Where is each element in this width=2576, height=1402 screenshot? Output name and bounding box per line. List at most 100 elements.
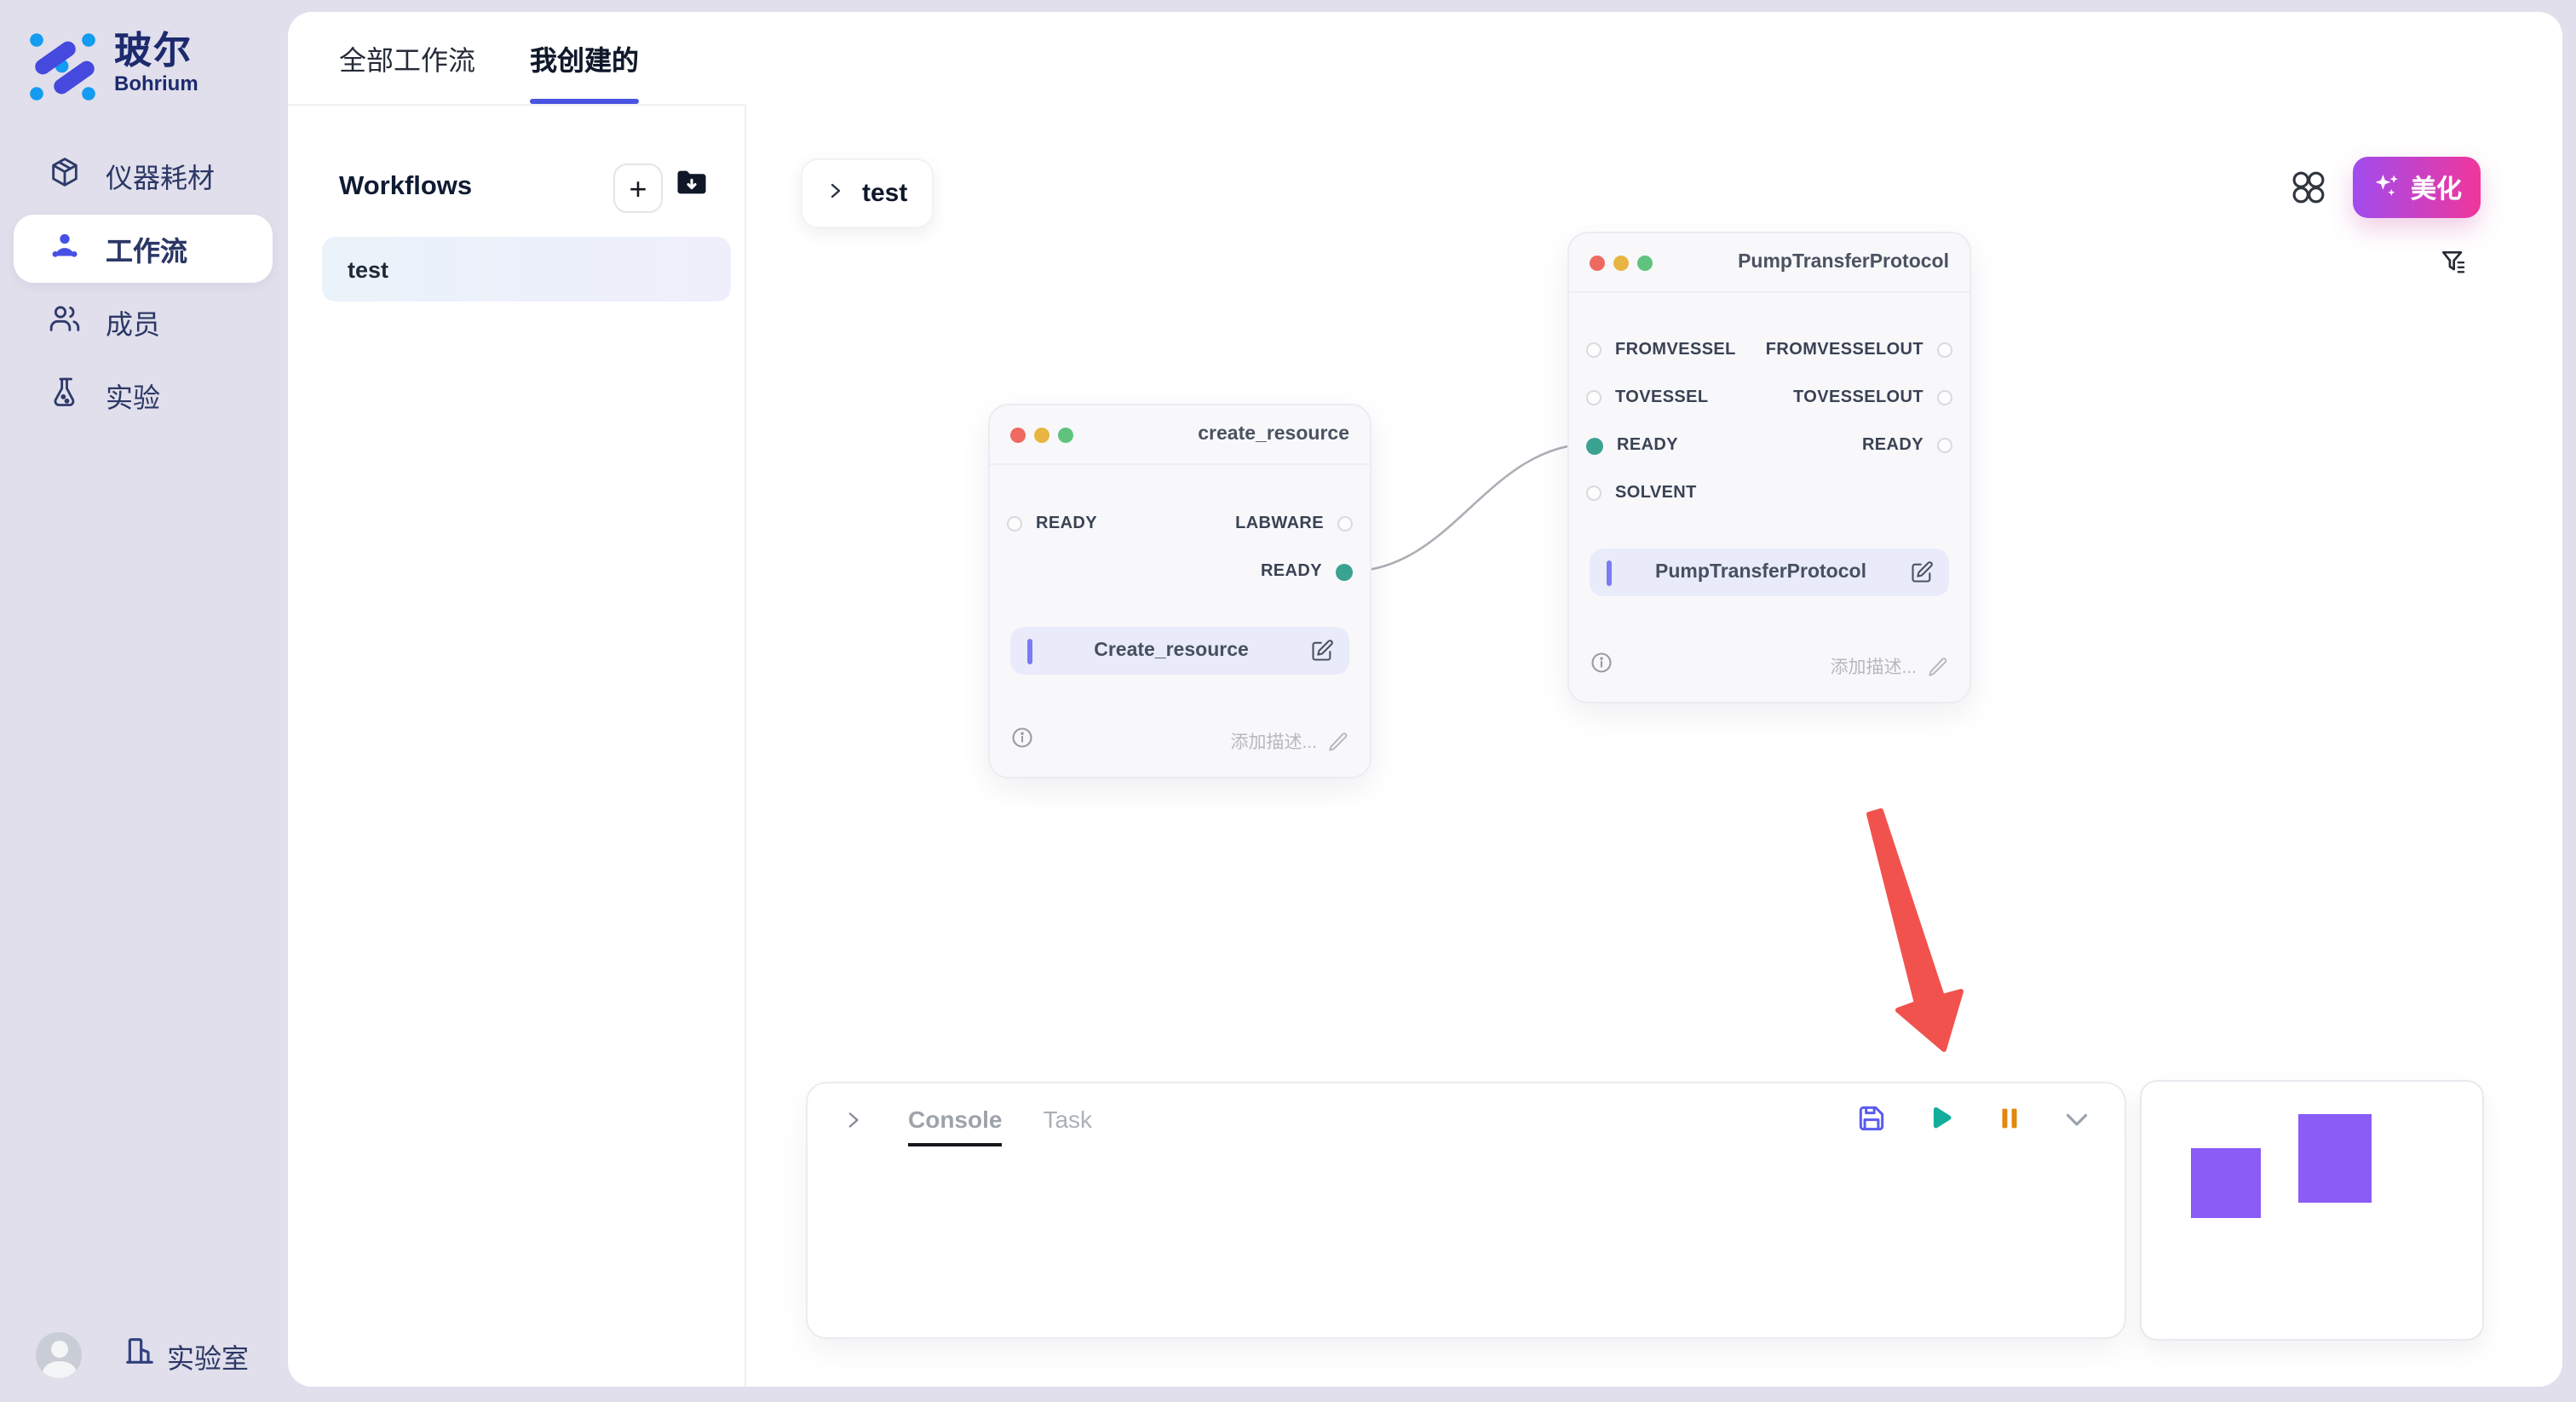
traffic-light-1 bbox=[1613, 255, 1629, 270]
port-label: FROMVESSELOUT bbox=[1766, 341, 1923, 359]
node-header: create_resource bbox=[990, 405, 1370, 465]
flow-node-create_resource[interactable]: create_resourceREADYLABWAREREADYCreate_r… bbox=[988, 404, 1371, 779]
node-header: PumpTransferProtocol bbox=[1569, 233, 1969, 293]
info-icon[interactable] bbox=[1010, 726, 1034, 758]
port-row: FROMVESSELOUT bbox=[1569, 338, 1969, 362]
sidebar: 玻尔 Bohrium 仪器耗材工作流成员实验 实验室 bbox=[0, 0, 286, 1402]
pencil-icon[interactable] bbox=[1927, 656, 1949, 678]
port-label: LABWARE bbox=[1235, 514, 1324, 532]
port-row: READY bbox=[990, 560, 1370, 583]
save-icon[interactable] bbox=[1855, 1102, 1888, 1135]
port-dot[interactable] bbox=[1937, 438, 1952, 453]
port-dot[interactable] bbox=[1586, 486, 1601, 501]
port-row: READY bbox=[1569, 434, 1969, 457]
building-icon bbox=[123, 1334, 157, 1376]
workspace-tabbar: 全部工作流我创建的 bbox=[288, 12, 2562, 106]
collapse-chevron-icon[interactable] bbox=[2061, 1103, 2092, 1134]
port-dot[interactable] bbox=[1937, 342, 1952, 358]
brand-name-cn: 玻尔 bbox=[114, 31, 198, 70]
run-icon[interactable] bbox=[1925, 1102, 1958, 1135]
traffic-light-0 bbox=[1590, 255, 1605, 270]
node-action-label: PumpTransferProtocol bbox=[1612, 562, 1910, 583]
brand-logo: 玻尔 Bohrium bbox=[24, 27, 198, 114]
tab-0[interactable]: 全部工作流 bbox=[339, 12, 475, 104]
minimap[interactable] bbox=[2140, 1080, 2484, 1341]
sidebar-item-label: 成员 bbox=[106, 302, 160, 342]
app-root: 玻尔 Bohrium 仪器耗材工作流成员实验 实验室 全部工作流我创建的 bbox=[0, 0, 2576, 1402]
brand-name-en: Bohrium bbox=[114, 73, 198, 95]
flow-canvas[interactable]: test create_resource READY LABWARE READY Cre… bbox=[746, 104, 2562, 1387]
minimap-node-rect bbox=[2191, 1148, 2261, 1218]
tab-1[interactable]: 我创建的 bbox=[530, 12, 639, 104]
traffic-light-2 bbox=[1058, 427, 1073, 442]
node-action-label: Create_resource bbox=[1032, 641, 1310, 661]
red-annotation-arrow bbox=[1869, 811, 1961, 1049]
sparkles-icon bbox=[2372, 170, 2401, 205]
sidebar-footer: 实验室 bbox=[36, 1332, 249, 1378]
console-tabs: Console Task bbox=[842, 1106, 1092, 1146]
workflow-list-title: Workflows bbox=[339, 172, 472, 203]
experiment-icon bbox=[48, 374, 82, 417]
node-action-button[interactable]: PumpTransferProtocol bbox=[1590, 549, 1949, 596]
sidebar-item-2[interactable]: 成员 bbox=[14, 288, 273, 356]
node-title: PumpTransferProtocol bbox=[1738, 252, 1949, 273]
port-dot[interactable] bbox=[1336, 563, 1353, 580]
workflow-icon bbox=[48, 227, 82, 270]
folder-download-icon bbox=[672, 164, 710, 210]
port-row: TOVESSELOUT bbox=[1569, 386, 1969, 410]
sidebar-nav: 仪器耗材工作流成员实验 bbox=[14, 141, 273, 434]
lab-switcher[interactable]: 实验室 bbox=[123, 1334, 249, 1376]
traffic-light-1 bbox=[1034, 427, 1049, 442]
filter-icon[interactable] bbox=[2438, 247, 2470, 288]
sidebar-item-label: 工作流 bbox=[106, 228, 187, 269]
chevron-right-icon bbox=[825, 178, 845, 209]
bohrium-logo-icon bbox=[24, 27, 102, 114]
info-icon[interactable] bbox=[1590, 651, 1613, 683]
minimap-node-rect bbox=[2298, 1114, 2372, 1203]
node-action-button[interactable]: Create_resource bbox=[1010, 627, 1349, 675]
port-label: READY bbox=[1261, 562, 1322, 581]
pause-icon[interactable] bbox=[1995, 1104, 2024, 1133]
node-title: create_resource bbox=[1198, 424, 1349, 445]
port-dot[interactable] bbox=[1337, 515, 1353, 531]
traffic-light-2 bbox=[1637, 255, 1653, 270]
traffic-light-0 bbox=[1010, 427, 1026, 442]
node-edge[interactable] bbox=[1347, 444, 1594, 572]
edit-icon[interactable] bbox=[1910, 560, 1934, 584]
user-avatar[interactable] bbox=[36, 1332, 82, 1378]
breadcrumb-label: test bbox=[862, 179, 907, 208]
main-panel: 全部工作流我创建的 Workflows + test bbox=[288, 12, 2562, 1387]
sidebar-item-3[interactable]: 实验 bbox=[14, 361, 273, 429]
auto-layout-icon[interactable] bbox=[2290, 169, 2327, 215]
import-folder-button[interactable] bbox=[668, 164, 714, 210]
sidebar-item-label: 实验 bbox=[106, 375, 160, 416]
port-label: SOLVENT bbox=[1615, 484, 1697, 503]
edit-icon[interactable] bbox=[1310, 639, 1334, 663]
breadcrumb[interactable]: test bbox=[801, 158, 934, 228]
members-icon bbox=[48, 301, 82, 343]
node-footer: 添加描述... bbox=[1010, 726, 1349, 758]
port-row: LABWARE bbox=[990, 511, 1370, 535]
port-row: SOLVENT bbox=[1569, 481, 1969, 505]
port-dot[interactable] bbox=[1937, 390, 1952, 405]
console-tab[interactable]: Console bbox=[908, 1106, 1002, 1146]
beautify-label: 美化 bbox=[2411, 170, 2462, 205]
node-footer: 添加描述... bbox=[1590, 651, 1949, 683]
sidebar-item-label: 仪器耗材 bbox=[106, 155, 215, 196]
port-label: READY bbox=[1862, 436, 1923, 455]
sidebar-item-0[interactable]: 仪器耗材 bbox=[14, 141, 273, 210]
task-tab[interactable]: Task bbox=[1043, 1106, 1092, 1146]
add-workflow-button[interactable]: + bbox=[613, 164, 663, 213]
description-placeholder: 添加描述... bbox=[1830, 654, 1917, 680]
console-panel: Console Task bbox=[806, 1082, 2126, 1339]
console-actions bbox=[1855, 1102, 2092, 1135]
console-expand-icon[interactable] bbox=[842, 1108, 864, 1144]
sidebar-item-1[interactable]: 工作流 bbox=[14, 215, 273, 283]
workflow-list-item[interactable]: test bbox=[322, 237, 731, 302]
beautify-button[interactable]: 美化 bbox=[2353, 157, 2481, 218]
description-placeholder: 添加描述... bbox=[1230, 729, 1317, 755]
flow-node-PumpTransferProtocol[interactable]: PumpTransferProtocolFROMVESSELTOVESSELRE… bbox=[1567, 232, 1971, 704]
pencil-icon[interactable] bbox=[1327, 731, 1349, 753]
port-label: TOVESSELOUT bbox=[1793, 388, 1923, 407]
workflow-list-panel: Workflows + test bbox=[288, 104, 746, 1387]
